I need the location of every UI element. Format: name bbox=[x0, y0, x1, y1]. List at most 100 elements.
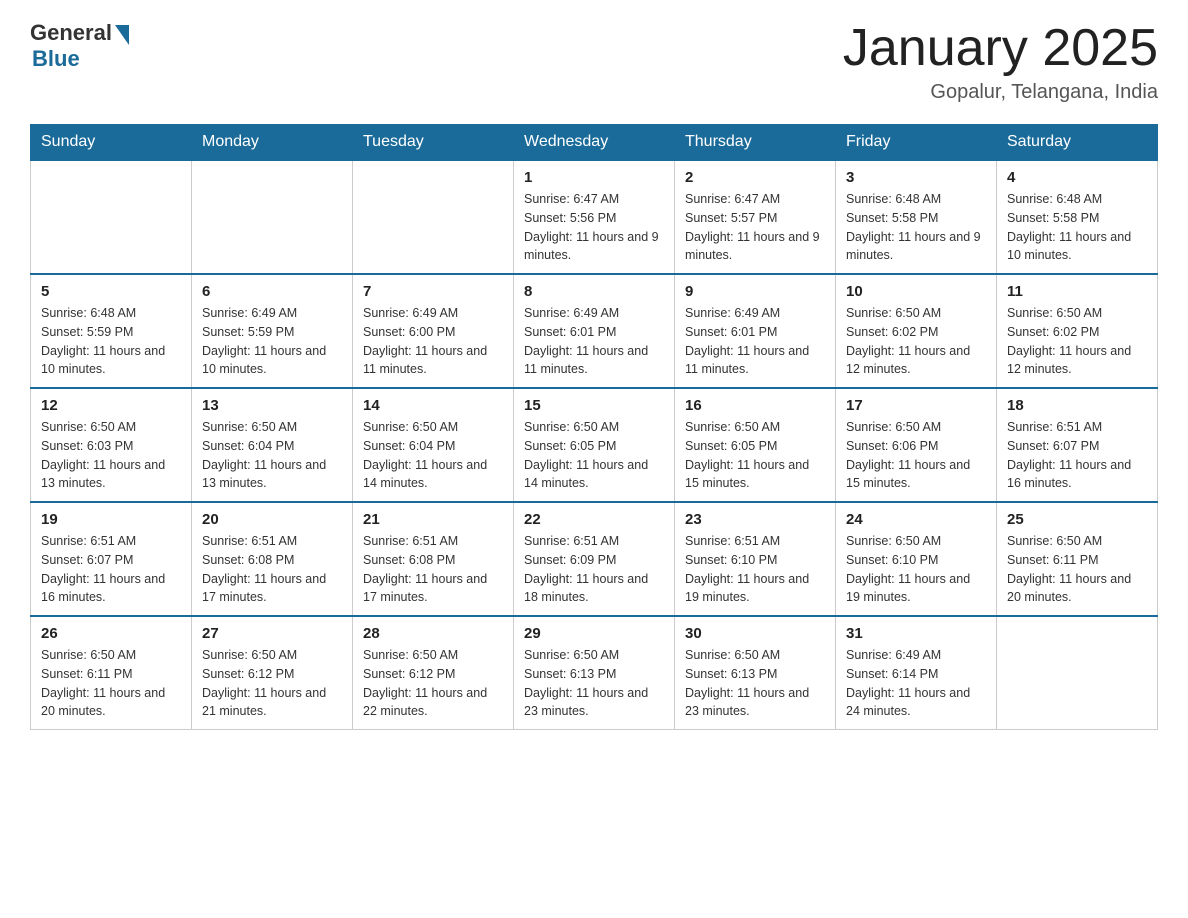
calendar-day-20: 20 Sunrise: 6:51 AMSunset: 6:08 PMDayligh… bbox=[192, 502, 353, 616]
day-number: 9 bbox=[685, 283, 825, 300]
calendar-header-wednesday: Wednesday bbox=[514, 125, 675, 161]
calendar-day-21: 21 Sunrise: 6:51 AMSunset: 6:08 PMDayligh… bbox=[353, 502, 514, 616]
day-info: Sunrise: 6:49 AMSunset: 6:14 PMDaylight:… bbox=[846, 646, 986, 721]
calendar-header-sunday: Sunday bbox=[31, 125, 192, 161]
day-info: Sunrise: 6:51 AMSunset: 6:08 PMDaylight:… bbox=[202, 532, 342, 607]
calendar-day-19: 19Sunrise: 6:51 AMSunset: 6:07 PMDayligh… bbox=[31, 502, 192, 616]
day-info: Sunrise: 6:50 AMSunset: 6:11 PMDaylight:… bbox=[1007, 532, 1147, 607]
title-block: January 2025 Gopalur, Telangana, India bbox=[843, 20, 1158, 104]
day-number: 17 bbox=[846, 397, 986, 414]
calendar-header-tuesday: Tuesday bbox=[353, 125, 514, 161]
day-number: 10 bbox=[846, 283, 986, 300]
day-number: 28 bbox=[363, 625, 503, 642]
day-number: 7 bbox=[363, 283, 503, 300]
day-info: Sunrise: 6:50 AMSunset: 6:03 PMDaylight:… bbox=[41, 418, 181, 493]
calendar-day-6: 6 Sunrise: 6:49 AMSunset: 5:59 PMDaylight… bbox=[192, 274, 353, 388]
calendar-day-31: 31Sunrise: 6:49 AMSunset: 6:14 PMDayligh… bbox=[836, 616, 997, 730]
calendar-day-13: 13 Sunrise: 6:50 AMSunset: 6:04 PMDayligh… bbox=[192, 388, 353, 502]
calendar-day-10: 10 Sunrise: 6:50 AMSunset: 6:02 PMDayligh… bbox=[836, 274, 997, 388]
day-info: Sunrise: 6:50 AMSunset: 6:05 PMDaylight:… bbox=[524, 418, 664, 493]
calendar-day-29: 29 Sunrise: 6:50 AMSunset: 6:13 PMDayligh… bbox=[514, 616, 675, 730]
calendar-table: SundayMondayTuesdayWednesdayThursdayFrid… bbox=[30, 124, 1158, 730]
day-info: Sunrise: 6:51 AMSunset: 6:08 PMDaylight:… bbox=[363, 532, 503, 607]
day-info: Sunrise: 6:50 AMSunset: 6:04 PMDaylight:… bbox=[202, 418, 342, 493]
day-info: Sunrise: 6:50 AMSunset: 6:11 PMDaylight:… bbox=[41, 646, 181, 721]
calendar-day-9: 9 Sunrise: 6:49 AMSunset: 6:01 PMDaylight… bbox=[675, 274, 836, 388]
calendar-week-row: 26 Sunrise: 6:50 AMSunset: 6:11 PMDayligh… bbox=[31, 616, 1158, 730]
day-number: 30 bbox=[685, 625, 825, 642]
day-number: 27 bbox=[202, 625, 342, 642]
day-info: Sunrise: 6:50 AMSunset: 6:02 PMDaylight:… bbox=[1007, 304, 1147, 379]
calendar-day-14: 14Sunrise: 6:50 AMSunset: 6:04 PMDayligh… bbox=[353, 388, 514, 502]
day-info: Sunrise: 6:50 AMSunset: 6:02 PMDaylight:… bbox=[846, 304, 986, 379]
calendar-day-3: 3 Sunrise: 6:48 AMSunset: 5:58 PMDaylight… bbox=[836, 160, 997, 274]
month-title: January 2025 bbox=[843, 20, 1158, 77]
calendar-header-friday: Friday bbox=[836, 125, 997, 161]
day-number: 23 bbox=[685, 511, 825, 528]
calendar-day-15: 15 Sunrise: 6:50 AMSunset: 6:05 PMDayligh… bbox=[514, 388, 675, 502]
day-number: 25 bbox=[1007, 511, 1147, 528]
calendar-header-saturday: Saturday bbox=[997, 125, 1158, 161]
calendar-day-30: 30 Sunrise: 6:50 AMSunset: 6:13 PMDayligh… bbox=[675, 616, 836, 730]
calendar-day-8: 8 Sunrise: 6:49 AMSunset: 6:01 PMDaylight… bbox=[514, 274, 675, 388]
day-number: 21 bbox=[363, 511, 503, 528]
calendar-empty-cell bbox=[353, 160, 514, 274]
day-info: Sunrise: 6:50 AMSunset: 6:13 PMDaylight:… bbox=[685, 646, 825, 721]
calendar-day-16: 16 Sunrise: 6:50 AMSunset: 6:05 PMDayligh… bbox=[675, 388, 836, 502]
day-number: 1 bbox=[524, 169, 664, 186]
day-info: Sunrise: 6:50 AMSunset: 6:05 PMDaylight:… bbox=[685, 418, 825, 493]
calendar-header-row: SundayMondayTuesdayWednesdayThursdayFrid… bbox=[31, 125, 1158, 161]
day-info: Sunrise: 6:50 AMSunset: 6:06 PMDaylight:… bbox=[846, 418, 986, 493]
day-number: 24 bbox=[846, 511, 986, 528]
day-info: Sunrise: 6:48 AMSunset: 5:58 PMDaylight:… bbox=[846, 190, 986, 265]
calendar-day-12: 12 Sunrise: 6:50 AMSunset: 6:03 PMDayligh… bbox=[31, 388, 192, 502]
day-number: 20 bbox=[202, 511, 342, 528]
calendar-week-row: 5Sunrise: 6:48 AMSunset: 5:59 PMDaylight… bbox=[31, 274, 1158, 388]
day-info: Sunrise: 6:47 AMSunset: 5:56 PMDaylight:… bbox=[524, 190, 664, 265]
calendar-day-22: 22 Sunrise: 6:51 AMSunset: 6:09 PMDayligh… bbox=[514, 502, 675, 616]
day-number: 18 bbox=[1007, 397, 1147, 414]
day-info: Sunrise: 6:48 AMSunset: 5:59 PMDaylight:… bbox=[41, 304, 181, 379]
day-number: 15 bbox=[524, 397, 664, 414]
day-info: Sunrise: 6:50 AMSunset: 6:13 PMDaylight:… bbox=[524, 646, 664, 721]
day-number: 26 bbox=[41, 625, 181, 642]
page-header: General Blue January 2025 Gopalur, Telan… bbox=[30, 20, 1158, 104]
location: Gopalur, Telangana, India bbox=[843, 81, 1158, 104]
day-number: 4 bbox=[1007, 169, 1147, 186]
calendar-empty-cell bbox=[192, 160, 353, 274]
calendar-week-row: 19Sunrise: 6:51 AMSunset: 6:07 PMDayligh… bbox=[31, 502, 1158, 616]
calendar-empty-cell bbox=[31, 160, 192, 274]
calendar-day-17: 17 Sunrise: 6:50 AMSunset: 6:06 PMDayligh… bbox=[836, 388, 997, 502]
logo-arrow-icon bbox=[115, 25, 129, 45]
calendar-day-7: 7Sunrise: 6:49 AMSunset: 6:00 PMDaylight… bbox=[353, 274, 514, 388]
day-info: Sunrise: 6:49 AMSunset: 6:01 PMDaylight:… bbox=[524, 304, 664, 379]
logo-blue-text: Blue bbox=[32, 46, 80, 72]
calendar-day-26: 26 Sunrise: 6:50 AMSunset: 6:11 PMDayligh… bbox=[31, 616, 192, 730]
day-number: 16 bbox=[685, 397, 825, 414]
calendar-day-25: 25 Sunrise: 6:50 AMSunset: 6:11 PMDayligh… bbox=[997, 502, 1158, 616]
calendar-header-monday: Monday bbox=[192, 125, 353, 161]
calendar-day-23: 23Sunrise: 6:51 AMSunset: 6:10 PMDayligh… bbox=[675, 502, 836, 616]
day-number: 6 bbox=[202, 283, 342, 300]
calendar-day-2: 2 Sunrise: 6:47 AMSunset: 5:57 PMDaylight… bbox=[675, 160, 836, 274]
day-number: 12 bbox=[41, 397, 181, 414]
day-number: 22 bbox=[524, 511, 664, 528]
day-number: 19 bbox=[41, 511, 181, 528]
day-info: Sunrise: 6:51 AMSunset: 6:09 PMDaylight:… bbox=[524, 532, 664, 607]
logo-general-text: General bbox=[30, 20, 112, 46]
day-number: 2 bbox=[685, 169, 825, 186]
calendar-day-24: 24Sunrise: 6:50 AMSunset: 6:10 PMDayligh… bbox=[836, 502, 997, 616]
day-info: Sunrise: 6:49 AMSunset: 5:59 PMDaylight:… bbox=[202, 304, 342, 379]
day-number: 8 bbox=[524, 283, 664, 300]
calendar-day-18: 18Sunrise: 6:51 AMSunset: 6:07 PMDayligh… bbox=[997, 388, 1158, 502]
calendar-day-11: 11Sunrise: 6:50 AMSunset: 6:02 PMDayligh… bbox=[997, 274, 1158, 388]
day-number: 3 bbox=[846, 169, 986, 186]
calendar-empty-cell bbox=[997, 616, 1158, 730]
day-info: Sunrise: 6:47 AMSunset: 5:57 PMDaylight:… bbox=[685, 190, 825, 265]
day-info: Sunrise: 6:50 AMSunset: 6:12 PMDaylight:… bbox=[363, 646, 503, 721]
day-number: 29 bbox=[524, 625, 664, 642]
calendar-header-thursday: Thursday bbox=[675, 125, 836, 161]
day-info: Sunrise: 6:49 AMSunset: 6:01 PMDaylight:… bbox=[685, 304, 825, 379]
day-number: 13 bbox=[202, 397, 342, 414]
calendar-day-1: 1 Sunrise: 6:47 AMSunset: 5:56 PMDaylight… bbox=[514, 160, 675, 274]
